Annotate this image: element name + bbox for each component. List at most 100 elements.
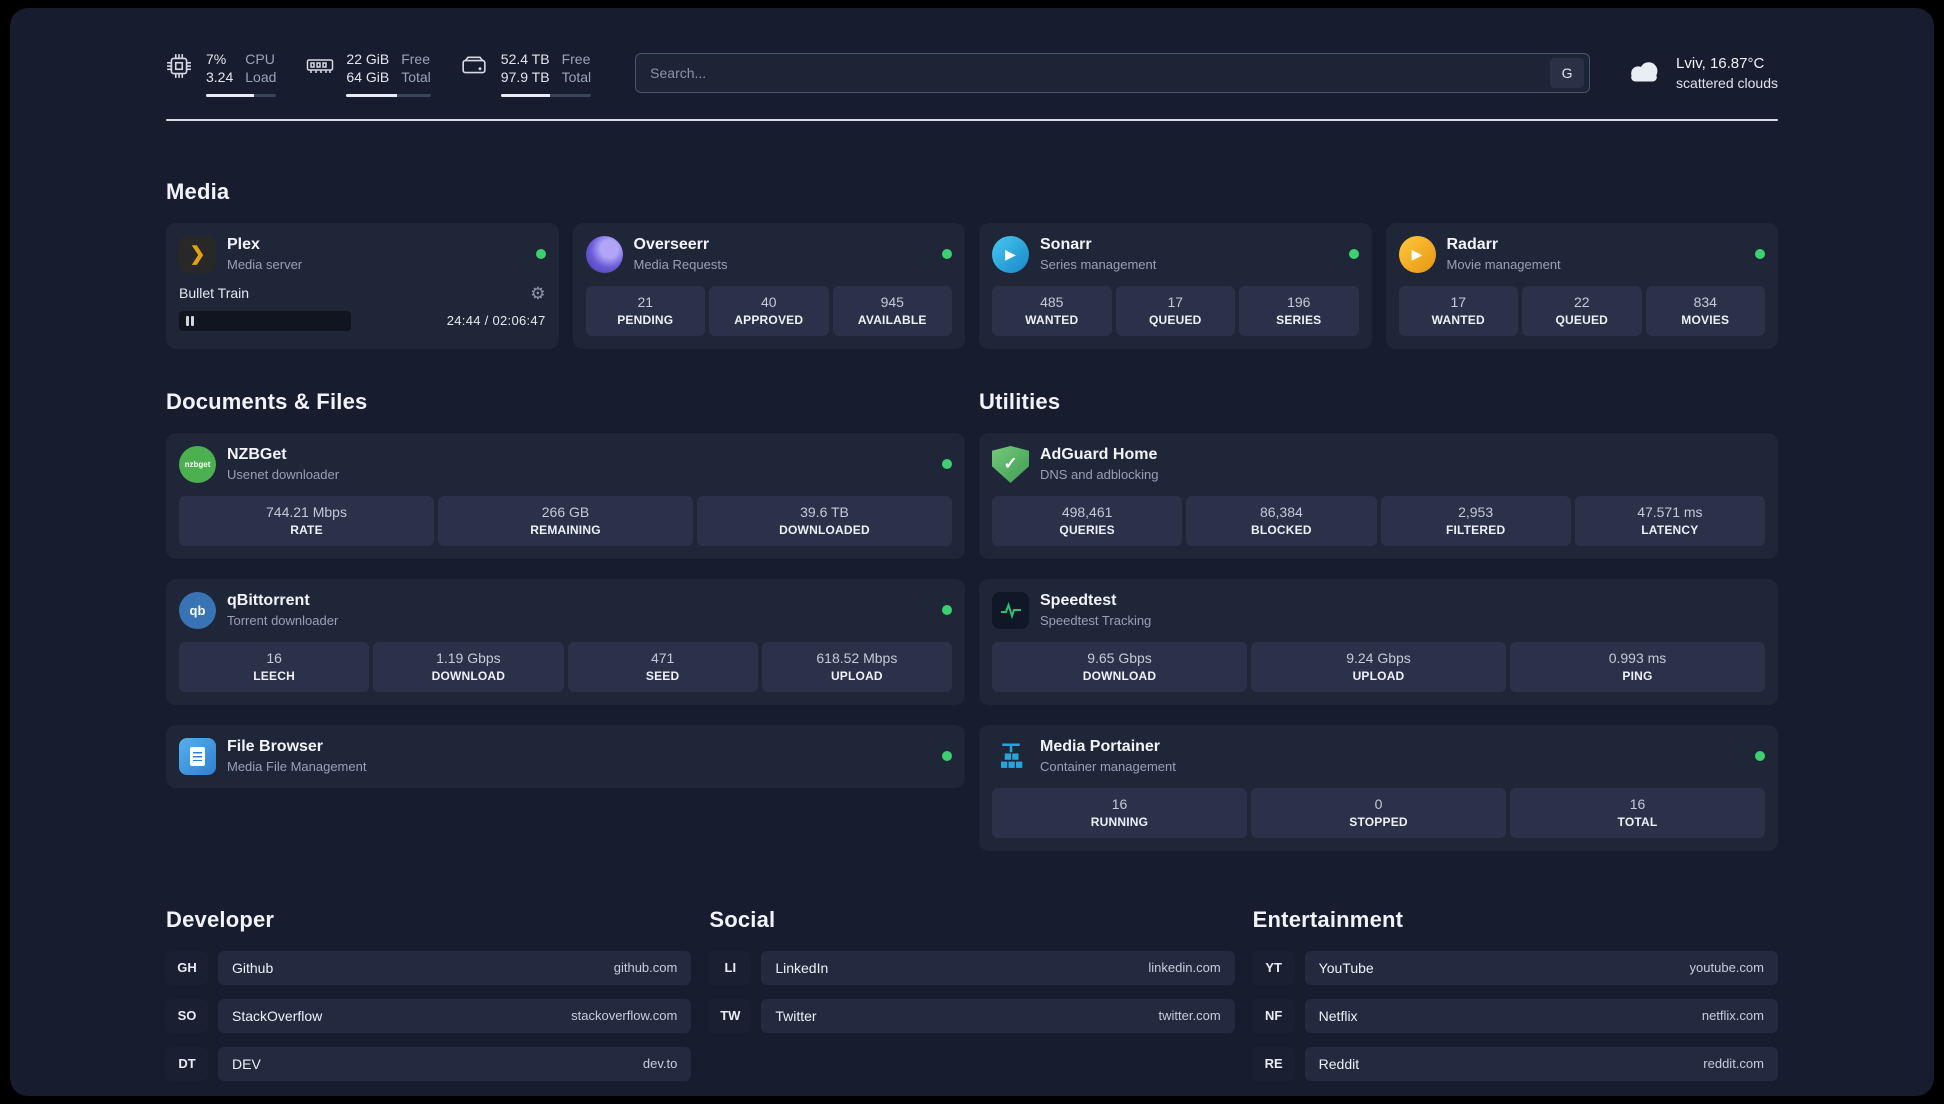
ram-label-bottom: Total bbox=[401, 69, 431, 86]
stat-tile: 266 GB REMAINING bbox=[438, 495, 693, 546]
cpu-values: 7% 3.24 bbox=[206, 50, 233, 87]
stat-value: 266 GB bbox=[541, 503, 590, 520]
stat-tile: 40 APPROVED bbox=[709, 285, 829, 336]
app-card-plex[interactable]: ❯ Plex Media server Bullet Train ⚙ 24:44… bbox=[166, 222, 559, 349]
cpu-load: 3.24 bbox=[206, 69, 234, 86]
overseerr-icon bbox=[585, 235, 623, 273]
cpu-chip-icon bbox=[166, 53, 194, 79]
app-title: File Browser bbox=[227, 738, 324, 756]
ram-label-top: Free bbox=[401, 51, 431, 67]
stat-label: TOTAL bbox=[1617, 814, 1658, 829]
gear-icon[interactable]: ⚙ bbox=[530, 285, 545, 302]
app-subtitle: Movie management bbox=[1446, 257, 1561, 273]
app-card-portainer[interactable]: Media Portainer Container management 16 … bbox=[979, 724, 1778, 851]
dashboard-screen: 7% 3.24 CPU Load 22 GiB 64 GiB Free Tota… bbox=[10, 8, 1934, 1096]
link-row-youtube[interactable]: YT YouTube youtube.com bbox=[1252, 950, 1778, 985]
status-dot bbox=[942, 605, 952, 616]
stat-value: 16 bbox=[1629, 795, 1646, 812]
search-bar: G bbox=[635, 53, 1591, 94]
stat-label: WANTED bbox=[1431, 312, 1485, 327]
app-card-nzbget[interactable]: nzbget NZBGet Usenet downloader 744.21 M… bbox=[166, 432, 965, 559]
link-name: DEV bbox=[232, 1055, 261, 1072]
link-url: reddit.com bbox=[1703, 1056, 1764, 1072]
stat-value: 17 bbox=[1450, 293, 1467, 310]
links-grid: Developer GH Github github.com SO StackO… bbox=[166, 907, 1778, 1095]
top-bar: 7% 3.24 CPU Load 22 GiB 64 GiB Free Tota… bbox=[166, 50, 1778, 97]
cpu-usage: 7% bbox=[206, 51, 227, 67]
app-card-radarr[interactable]: ▶ Radarr Movie management 17 WANTED 22 Q… bbox=[1385, 222, 1778, 349]
entertainment-column: Entertainment YT YouTube youtube.com NF … bbox=[1252, 907, 1778, 1095]
stat-value: 618.52 Mbps bbox=[816, 649, 898, 666]
app-subtitle: Usenet downloader bbox=[227, 467, 340, 483]
link-name: StackOverflow bbox=[232, 1007, 323, 1024]
developer-column: Developer GH Github github.com SO StackO… bbox=[166, 906, 692, 1095]
search-input[interactable] bbox=[650, 65, 1551, 82]
documents-column: Documents & Files nzbget NZBGet Usenet d… bbox=[166, 389, 965, 788]
app-card-overseerr[interactable]: Overseerr Media Requests 21 PENDING 40 A… bbox=[572, 222, 965, 349]
stat-tile: 2,953 FILTERED bbox=[1380, 495, 1571, 546]
weather-location-temp: Lviv, 16.87°C bbox=[1676, 54, 1765, 72]
status-dot bbox=[942, 249, 952, 260]
stat-value: 0.993 ms bbox=[1608, 649, 1667, 666]
link-name: Netflix bbox=[1318, 1007, 1358, 1024]
section-heading-documents: Documents & Files bbox=[166, 388, 368, 414]
link-row-github[interactable]: GH Github github.com bbox=[166, 950, 692, 985]
link-row-reddit[interactable]: RE Reddit reddit.com bbox=[1252, 1046, 1778, 1081]
stats-row: 9.65 Gbps DOWNLOAD 9.24 Gbps UPLOAD 0.99… bbox=[992, 641, 1765, 692]
pause-icon[interactable] bbox=[186, 315, 194, 326]
link-row-twitter[interactable]: TW Twitter twitter.com bbox=[709, 998, 1235, 1033]
app-subtitle: DNS and adblocking bbox=[1040, 467, 1159, 483]
cloud-icon bbox=[1624, 57, 1664, 90]
ram-icon bbox=[306, 53, 334, 79]
link-abbr: RE bbox=[1252, 1046, 1295, 1081]
ram-metric: 22 GiB 64 GiB Free Total bbox=[306, 50, 431, 97]
stat-label: STOPPED bbox=[1349, 814, 1408, 829]
section-heading-developer: Developer bbox=[166, 906, 275, 932]
stat-tile: 945 AVAILABLE bbox=[832, 285, 952, 336]
link-url: github.com bbox=[613, 960, 678, 976]
stat-value: 2,953 bbox=[1458, 503, 1494, 520]
plex-now-playing-widget: Bullet Train ⚙ 24:44 / 02:06:47 bbox=[179, 285, 546, 331]
app-card-speedtest[interactable]: Speedtest Speedtest Tracking 9.65 Gbps D… bbox=[979, 578, 1778, 705]
stat-label: DOWNLOAD bbox=[1082, 668, 1157, 683]
link-row-linkedin[interactable]: LI LinkedIn linkedin.com bbox=[709, 950, 1235, 985]
link-abbr: GH bbox=[166, 950, 208, 985]
app-card-adguard[interactable]: ✓ AdGuard Home DNS and adblocking 498,46… bbox=[979, 432, 1778, 559]
stat-value: 1.19 Gbps bbox=[436, 649, 501, 666]
stat-label: QUERIES bbox=[1059, 522, 1115, 537]
search-engine-button[interactable]: G bbox=[1550, 58, 1585, 89]
ram-values: 22 GiB 64 GiB bbox=[346, 50, 389, 87]
stat-tile: 834 MOVIES bbox=[1645, 285, 1765, 336]
stat-value: 0 bbox=[1374, 795, 1383, 812]
social-column: Social LI LinkedIn linkedin.com TW Twitt… bbox=[709, 907, 1235, 1047]
stats-row: 744.21 Mbps RATE 266 GB REMAINING 39.6 T… bbox=[179, 495, 952, 546]
stat-label: RATE bbox=[290, 522, 323, 537]
stat-value: 945 bbox=[880, 293, 904, 310]
stat-tile: 21 PENDING bbox=[585, 285, 705, 336]
stat-value: 834 bbox=[1693, 293, 1717, 310]
stat-value: 16 bbox=[1111, 795, 1128, 812]
section-heading-utilities: Utilities bbox=[979, 388, 1061, 414]
status-dot bbox=[942, 751, 952, 762]
weather-condition: scattered clouds bbox=[1676, 75, 1778, 92]
stat-value: 9.65 Gbps bbox=[1087, 649, 1152, 666]
app-subtitle: Media Requests bbox=[633, 257, 728, 273]
stats-row: 485 WANTED 17 QUEUED 196 SERIES bbox=[992, 285, 1359, 336]
link-row-stackoverflow[interactable]: SO StackOverflow stackoverflow.com bbox=[166, 998, 692, 1033]
stat-label: PING bbox=[1622, 668, 1653, 683]
link-name: YouTube bbox=[1318, 959, 1374, 976]
cpu-labels: CPU Load bbox=[245, 50, 276, 87]
app-subtitle: Series management bbox=[1040, 257, 1157, 273]
app-card-sonarr[interactable]: ▶ Sonarr Series management 485 WANTED 17… bbox=[979, 222, 1372, 349]
stat-tile: 17 WANTED bbox=[1398, 285, 1518, 336]
app-card-qbittorrent[interactable]: qb qBittorrent Torrent downloader 16 LEE… bbox=[166, 578, 965, 705]
playback-progress-bar[interactable] bbox=[179, 310, 352, 331]
link-row-dev[interactable]: DT DEV dev.to bbox=[166, 1046, 692, 1081]
stat-label: REMAINING bbox=[530, 522, 601, 537]
speedtest-icon bbox=[992, 591, 1029, 629]
link-row-netflix[interactable]: NF Netflix netflix.com bbox=[1252, 998, 1778, 1033]
app-title: Plex bbox=[227, 236, 260, 254]
stat-tile: 0.993 ms PING bbox=[1510, 641, 1765, 692]
app-card-filebrowser[interactable]: File Browser Media File Management bbox=[166, 724, 965, 788]
stat-label: PENDING bbox=[617, 312, 674, 327]
